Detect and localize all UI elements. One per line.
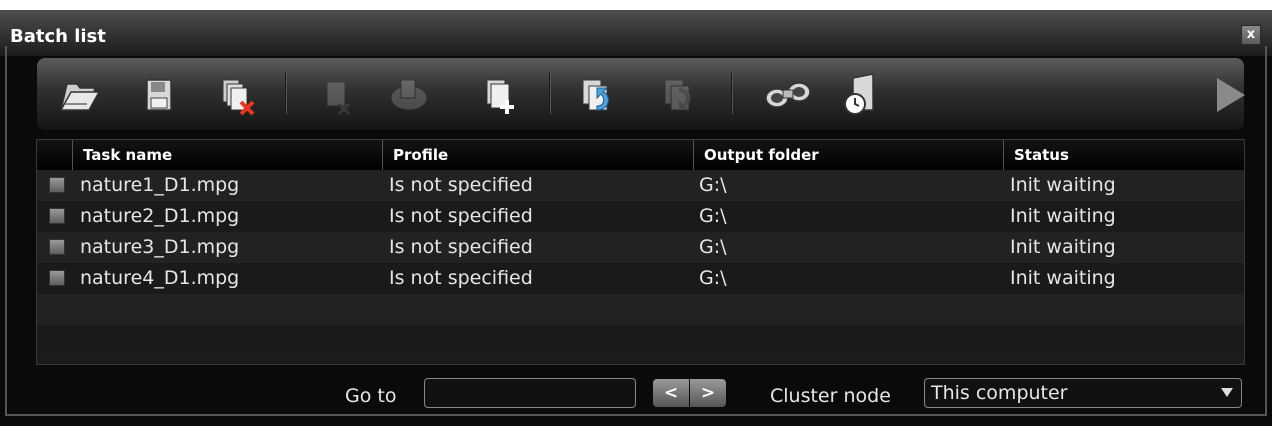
table-row[interactable]: nature2_D1.mpg Is not specified G:\ Init…: [37, 201, 1244, 232]
profile-cell: Is not specified: [389, 174, 533, 196]
toolbar-separator: [731, 72, 733, 114]
status-cell: Init waiting: [1010, 174, 1116, 196]
status-cell: Init waiting: [1010, 236, 1116, 258]
profile-cell: Is not specified: [389, 267, 533, 289]
cluster-node-label: Cluster node: [770, 385, 891, 407]
previous-button[interactable]: <: [653, 379, 689, 407]
schedule-exit-icon[interactable]: [839, 70, 883, 118]
save-disk-icon[interactable]: [137, 70, 181, 118]
toolbar-separator: [285, 72, 287, 114]
add-task-icon[interactable]: [477, 70, 521, 118]
cluster-node-select[interactable]: This computer: [924, 378, 1242, 408]
table-row[interactable]: nature1_D1.mpg Is not specified G:\ Init…: [37, 170, 1244, 201]
output-folder-cell: G:\: [699, 267, 727, 289]
move-up-icon[interactable]: [575, 70, 619, 118]
empty-row: [37, 325, 1244, 356]
table-header: Task name Profile Output folder Status: [37, 140, 1244, 170]
close-button[interactable]: x: [1241, 25, 1261, 45]
table-row[interactable]: nature3_D1.mpg Is not specified G:\ Init…: [37, 232, 1244, 263]
remove-task-icon[interactable]: [315, 70, 359, 118]
output-folder-cell: G:\: [699, 174, 727, 196]
goto-label: Go to: [345, 385, 397, 407]
column-header-profile[interactable]: Profile: [382, 140, 693, 170]
window-title: Batch list: [10, 26, 106, 47]
row-checkbox[interactable]: [49, 177, 65, 193]
column-header-task-name[interactable]: Task name: [72, 140, 382, 170]
reset-task-icon[interactable]: [387, 70, 431, 118]
cluster-node-value: This computer: [931, 382, 1068, 404]
open-folder-icon[interactable]: [57, 70, 101, 118]
goto-input[interactable]: [424, 378, 636, 408]
find-binoculars-icon[interactable]: [759, 70, 819, 118]
status-cell: Init waiting: [1010, 205, 1116, 227]
profile-cell: Is not specified: [389, 236, 533, 258]
output-folder-cell: G:\: [699, 236, 727, 258]
chevron-down-icon[interactable]: [1221, 388, 1233, 397]
move-down-icon[interactable]: [657, 70, 701, 118]
output-folder-cell: G:\: [699, 205, 727, 227]
row-checkbox[interactable]: [49, 270, 65, 286]
column-header-output-folder[interactable]: Output folder: [693, 140, 1003, 170]
status-cell: Init waiting: [1010, 267, 1116, 289]
table-row[interactable]: nature4_D1.mpg Is not specified G:\ Init…: [37, 263, 1244, 294]
next-button[interactable]: >: [690, 379, 726, 407]
play-icon[interactable]: [1217, 78, 1245, 112]
toolbar-separator: [549, 72, 551, 114]
row-checkbox[interactable]: [49, 239, 65, 255]
delete-all-icon[interactable]: [215, 70, 259, 118]
toolbar: [37, 58, 1245, 130]
task-name-cell: nature1_D1.mpg: [80, 174, 240, 196]
row-checkbox[interactable]: [49, 208, 65, 224]
column-header-status[interactable]: Status: [1003, 140, 1244, 170]
batch-task-table: Task name Profile Output folder Status n…: [36, 139, 1245, 365]
task-name-cell: nature3_D1.mpg: [80, 236, 240, 258]
footer-bar: Go to < > Cluster node This computer: [0, 368, 1272, 416]
empty-row: [37, 294, 1244, 325]
task-name-cell: nature2_D1.mpg: [80, 205, 240, 227]
profile-cell: Is not specified: [389, 205, 533, 227]
task-name-cell: nature4_D1.mpg: [80, 267, 240, 289]
